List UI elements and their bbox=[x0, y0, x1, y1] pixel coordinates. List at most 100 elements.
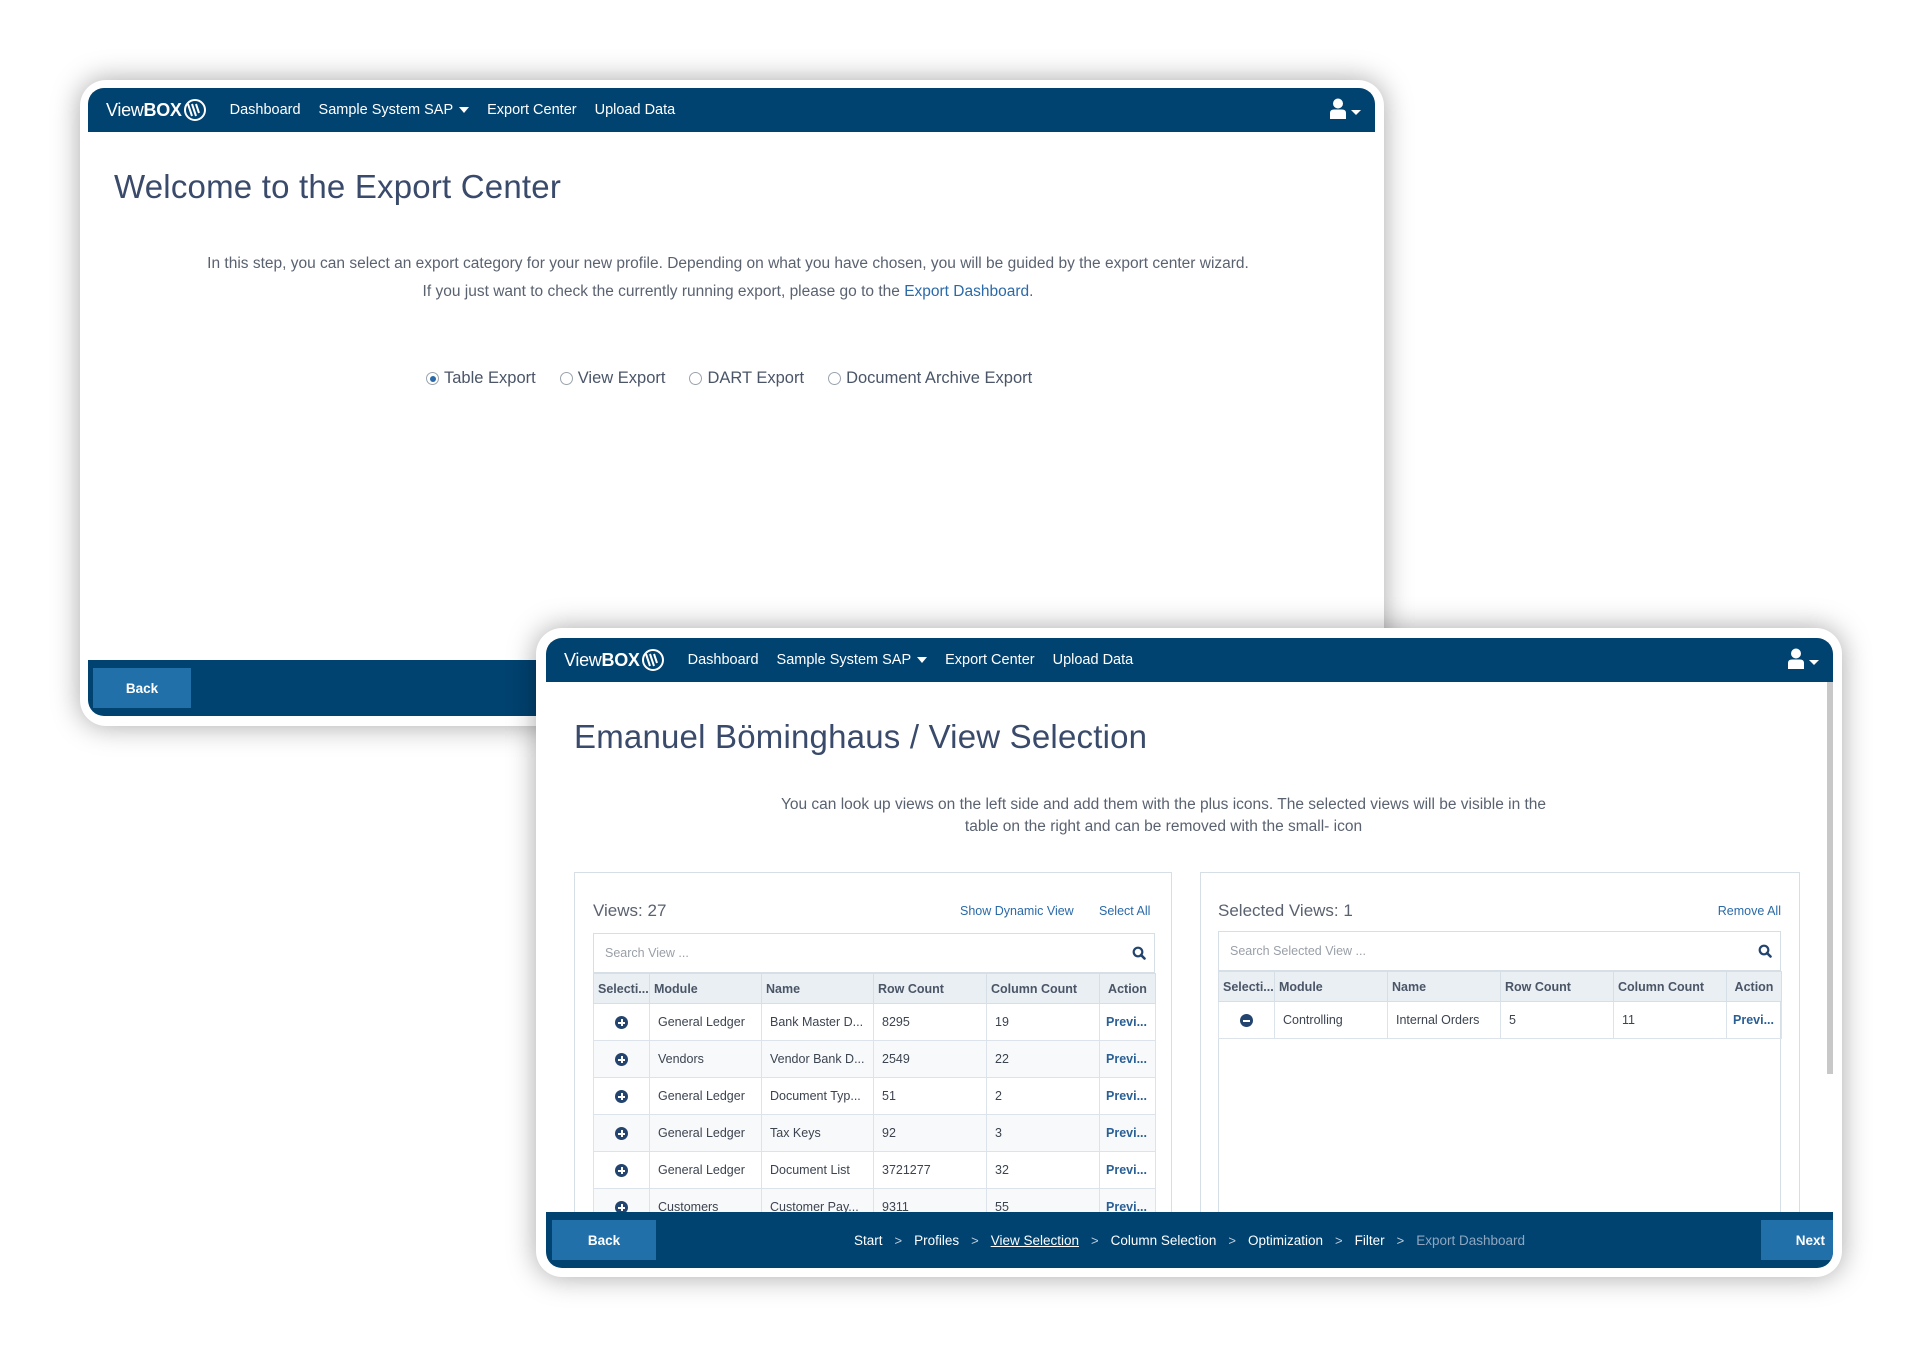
show-dynamic-view-link[interactable]: Show Dynamic View bbox=[960, 904, 1074, 918]
preview-action-link[interactable]: Previ... bbox=[1099, 1077, 1156, 1115]
description-line-1: You can look up views on the left side a… bbox=[780, 796, 1547, 813]
column-header-module[interactable]: Module bbox=[1274, 971, 1388, 1002]
export-dashboard-link[interactable]: Export Dashboard bbox=[904, 283, 1029, 300]
views-search-box bbox=[593, 933, 1155, 973]
nav-system-dropdown[interactable]: Sample System SAP bbox=[777, 652, 928, 668]
user-icon bbox=[1330, 98, 1346, 119]
column-header-name[interactable]: Name bbox=[761, 973, 874, 1004]
nav-system-dropdown[interactable]: Sample System SAP bbox=[319, 102, 470, 118]
page-title: Emanuel Böminghaus / View Selection bbox=[574, 718, 1148, 755]
column-header-action[interactable]: Action bbox=[1726, 971, 1782, 1002]
add-view-icon[interactable] bbox=[615, 1016, 628, 1030]
column-header-column-count[interactable]: Column Count bbox=[1613, 971, 1727, 1002]
nav-dashboard[interactable]: Dashboard bbox=[688, 652, 759, 668]
user-icon bbox=[1788, 648, 1804, 669]
caret-down-icon bbox=[917, 657, 928, 663]
nav-export-center[interactable]: Export Center bbox=[487, 102, 576, 118]
row-count-cell: 51 bbox=[873, 1077, 987, 1115]
radio-table-export[interactable]: Table Export bbox=[426, 369, 536, 388]
nav-export-center[interactable]: Export Center bbox=[945, 652, 1034, 668]
viewbox-logo[interactable]: View BOX bbox=[564, 648, 665, 672]
viewbox-logo[interactable]: View BOX bbox=[106, 98, 207, 122]
preview-action-link[interactable]: Previ... bbox=[1099, 1114, 1156, 1152]
caret-down-icon bbox=[1809, 659, 1819, 665]
wizard-step: Export Dashboard bbox=[1416, 1232, 1526, 1248]
module-cell: General Ledger bbox=[649, 1003, 762, 1041]
wizard-step[interactable]: Column Selection bbox=[1111, 1233, 1217, 1248]
preview-action-link[interactable]: Previ... bbox=[1099, 1003, 1156, 1041]
wizard-step[interactable]: Start bbox=[854, 1233, 883, 1248]
logo-text-prefix: View bbox=[106, 99, 144, 120]
wizard-step[interactable]: Filter bbox=[1355, 1233, 1385, 1248]
user-menu[interactable] bbox=[1330, 98, 1361, 120]
select-all-link[interactable]: Select All bbox=[1099, 904, 1150, 918]
page-description: You can look up views on the left side a… bbox=[726, 794, 1601, 838]
views-search-input[interactable] bbox=[594, 934, 1124, 972]
views-table-header: Selecti... Module Name Row Count Column … bbox=[593, 973, 1156, 1004]
preview-action-link[interactable]: Previ... bbox=[1099, 1151, 1156, 1189]
step-separator-icon: > bbox=[971, 1232, 979, 1248]
column-header-row-count[interactable]: Row Count bbox=[1500, 971, 1614, 1002]
radio-dart-export[interactable]: DART Export bbox=[689, 369, 804, 388]
radio-view-export[interactable]: View Export bbox=[559, 369, 665, 388]
column-header-action[interactable]: Action bbox=[1099, 973, 1156, 1004]
selection-cell bbox=[593, 1077, 650, 1115]
column-header-column-count[interactable]: Column Count bbox=[986, 973, 1100, 1004]
name-cell: Document List bbox=[761, 1151, 874, 1189]
column-count-cell: 19 bbox=[986, 1003, 1100, 1041]
preview-action-link[interactable]: Previ... bbox=[1726, 1001, 1782, 1039]
table-row: General Ledger Document List 3721277 32 Prev… bbox=[593, 1151, 1156, 1189]
search-icon[interactable] bbox=[1124, 946, 1154, 960]
column-count-cell: 22 bbox=[986, 1040, 1100, 1078]
nav-upload-data-label: Upload Data bbox=[594, 102, 676, 118]
column-count-cell: 2 bbox=[986, 1077, 1100, 1115]
preview-action-link[interactable]: Previ... bbox=[1099, 1040, 1156, 1078]
add-view-icon[interactable] bbox=[615, 1090, 628, 1104]
back-button[interactable]: Back bbox=[93, 668, 191, 708]
search-icon[interactable] bbox=[1750, 944, 1780, 958]
row-count-cell: 8295 bbox=[873, 1003, 987, 1041]
column-count-cell: 3 bbox=[986, 1114, 1100, 1152]
views-count-title: Views: 27 bbox=[593, 901, 667, 920]
top-navbar: View BOX Dashboard Sample System SAP Expo… bbox=[88, 88, 1375, 132]
remove-view-icon[interactable] bbox=[1240, 1014, 1253, 1028]
column-header-selection[interactable]: Selecti... bbox=[593, 973, 650, 1004]
nav-upload-data[interactable]: Upload Data bbox=[595, 102, 676, 118]
column-header-module[interactable]: Module bbox=[649, 973, 762, 1004]
wizard-step[interactable]: Optimization bbox=[1248, 1233, 1323, 1248]
column-header-name[interactable]: Name bbox=[1387, 971, 1501, 1002]
add-view-icon[interactable] bbox=[615, 1164, 628, 1178]
caret-down-icon bbox=[1351, 109, 1361, 115]
logo-text-bold: BOX bbox=[143, 99, 182, 120]
add-view-icon[interactable] bbox=[615, 1053, 628, 1067]
module-cell: Vendors bbox=[649, 1040, 762, 1078]
column-header-selection[interactable]: Selecti... bbox=[1218, 971, 1275, 1002]
add-view-icon[interactable] bbox=[615, 1127, 628, 1141]
name-cell: Vendor Bank D... bbox=[761, 1040, 874, 1078]
description-period: . bbox=[1029, 283, 1034, 300]
name-cell: Tax Keys bbox=[761, 1114, 874, 1152]
radio-button[interactable] bbox=[559, 372, 573, 385]
table-row: Vendors Vendor Bank D... 2549 22 Previ... bbox=[593, 1040, 1156, 1078]
page-scrollbar[interactable] bbox=[1827, 682, 1833, 1074]
radio-document-archive-export[interactable]: Document Archive Export bbox=[828, 369, 1032, 388]
radio-button[interactable] bbox=[828, 372, 842, 385]
nav-upload-data[interactable]: Upload Data bbox=[1053, 652, 1134, 668]
step-separator-icon: > bbox=[1091, 1232, 1099, 1248]
row-count-cell: 5 bbox=[1500, 1001, 1614, 1039]
selected-views-search-input[interactable] bbox=[1219, 932, 1750, 970]
nav-dashboard[interactable]: Dashboard bbox=[230, 102, 301, 118]
wizard-step[interactable]: View Selection bbox=[991, 1233, 1079, 1248]
user-menu[interactable] bbox=[1788, 648, 1819, 670]
next-button[interactable]: Next bbox=[1761, 1220, 1833, 1260]
column-header-row-count[interactable]: Row Count bbox=[873, 973, 987, 1004]
step-separator-icon: > bbox=[1335, 1232, 1343, 1248]
remove-all-link[interactable]: Remove All bbox=[1718, 904, 1781, 918]
module-cell: General Ledger bbox=[649, 1151, 762, 1189]
description-text: If you just want to check the currently … bbox=[422, 283, 905, 300]
wizard-step[interactable]: Profiles bbox=[914, 1233, 959, 1248]
radio-button-checked[interactable] bbox=[426, 372, 439, 385]
description-line-2: If you just want to check the currently … bbox=[88, 278, 1368, 306]
logo-text-prefix: View bbox=[564, 649, 602, 670]
radio-button[interactable] bbox=[689, 372, 703, 385]
